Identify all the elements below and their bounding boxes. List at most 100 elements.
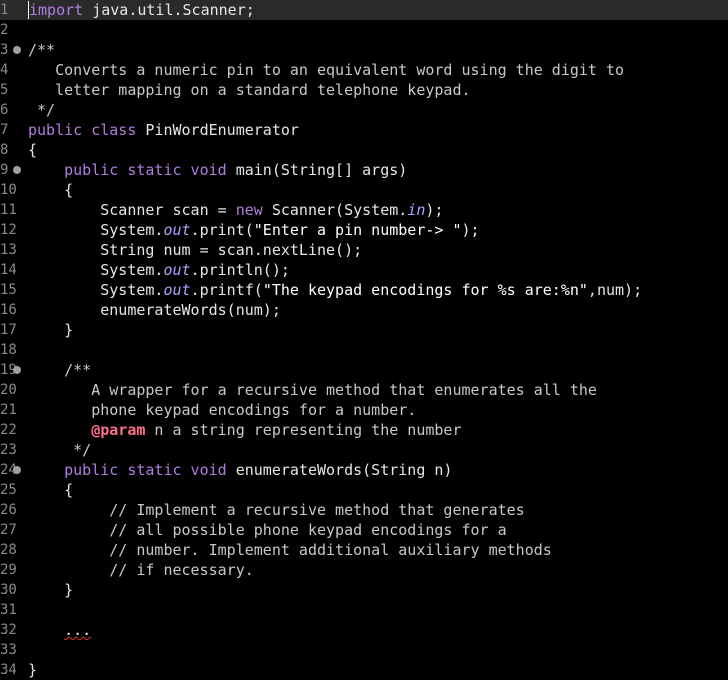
line-number: 3: [0, 42, 9, 58]
fold-toggle-icon[interactable]: [13, 166, 21, 174]
code-text[interactable]: public class PinWordEnumerator: [28, 120, 299, 140]
code-text[interactable]: System.out.printf("The keypad encodings …: [28, 280, 642, 300]
code-token: /**: [28, 41, 56, 59]
code-line[interactable]: 5 letter mapping on a standard telephone…: [0, 80, 728, 100]
code-line[interactable]: 26 // Implement a recursive method that …: [0, 500, 728, 520]
code-text[interactable]: // all possible phone keypad encodings f…: [28, 520, 506, 540]
code-text[interactable]: public static void main(String[] args): [28, 160, 407, 180]
code-line[interactable]: 13 String num = scan.nextLine();: [0, 240, 728, 260]
line-number: 6: [0, 102, 9, 118]
code-text[interactable]: {: [28, 480, 73, 500]
code-line[interactable]: 24 public static void enumerateWords(Str…: [0, 460, 728, 480]
code-line[interactable]: 34}: [0, 660, 728, 680]
code-text[interactable]: }: [28, 320, 73, 340]
line-number: 21: [0, 402, 17, 418]
code-line[interactable]: 23 */: [0, 440, 728, 460]
code-text[interactable]: public static void enumerateWords(String…: [28, 460, 452, 480]
code-text[interactable]: A wrapper for a recursive method that en…: [28, 380, 597, 400]
code-text[interactable]: ...: [28, 620, 91, 640]
line-number: 14: [0, 262, 17, 278]
code-line[interactable]: 21 phone keypad encodings for a number.: [0, 400, 728, 420]
code-line[interactable]: 9 public static void main(String[] args): [0, 160, 728, 180]
code-line[interactable]: 33: [0, 640, 728, 660]
line-number: 15: [0, 282, 17, 298]
code-text[interactable]: @param n a string representing the numbe…: [28, 420, 461, 440]
code-text[interactable]: Scanner scan = new Scanner(System.in);: [28, 200, 443, 220]
line-gutter: 2: [0, 20, 28, 40]
code-token: enumerateWords(num);: [28, 301, 281, 319]
code-text[interactable]: enumerateWords(num);: [28, 300, 281, 320]
code-line[interactable]: 7 public class PinWordEnumerator: [0, 120, 728, 140]
code-line[interactable]: 8{: [0, 140, 728, 160]
fold-toggle-icon[interactable]: [13, 46, 21, 54]
line-number: 27: [0, 522, 17, 538]
code-line[interactable]: 30 }: [0, 580, 728, 600]
fold-toggle-icon[interactable]: [13, 366, 21, 374]
line-gutter: 30: [0, 580, 28, 600]
code-line[interactable]: 3 /**: [0, 40, 728, 60]
line-gutter: 27: [0, 520, 28, 540]
code-text[interactable]: import java.util.Scanner;: [28, 0, 255, 20]
code-text[interactable]: System.out.print("Enter a pin number-> "…: [28, 220, 479, 240]
code-text[interactable]: }: [28, 580, 73, 600]
code-text[interactable]: }: [28, 660, 37, 680]
code-token: public class: [28, 121, 137, 139]
code-text[interactable]: */: [28, 440, 91, 460]
code-line[interactable]: 19 /**: [0, 360, 728, 380]
code-line[interactable]: 6 */: [0, 100, 728, 120]
code-token: import: [28, 1, 84, 19]
code-line[interactable]: 11 Scanner scan = new Scanner(System.in)…: [0, 200, 728, 220]
code-line[interactable]: 20 A wrapper for a recursive method that…: [0, 380, 728, 400]
code-text[interactable]: phone keypad encodings for a number.: [28, 400, 416, 420]
line-number: 34: [0, 662, 17, 678]
code-line[interactable]: 29 // if necessary.: [0, 560, 728, 580]
code-text[interactable]: */: [28, 100, 55, 120]
code-text[interactable]: {: [28, 180, 73, 200]
line-gutter: 4: [0, 60, 28, 80]
code-line[interactable]: 14 System.out.println();: [0, 260, 728, 280]
code-line[interactable]: 2: [0, 20, 728, 40]
code-line[interactable]: 1 import java.util.Scanner;: [0, 0, 728, 20]
code-token: /**: [28, 361, 92, 379]
code-line[interactable]: 16 enumerateWords(num);: [0, 300, 728, 320]
code-text[interactable]: // number. Implement additional auxiliar…: [28, 540, 552, 560]
code-line[interactable]: 15 System.out.printf("The keypad encodin…: [0, 280, 728, 300]
fold-toggle-icon[interactable]: [13, 466, 21, 474]
code-line[interactable]: 18: [0, 340, 728, 360]
code-text[interactable]: System.out.println();: [28, 260, 290, 280]
code-token: // Implement a recursive method that gen…: [28, 501, 525, 519]
code-line[interactable]: 25 {: [0, 480, 728, 500]
code-token: Scanner(System.: [262, 201, 408, 219]
code-line[interactable]: 28 // number. Implement additional auxil…: [0, 540, 728, 560]
code-line[interactable]: 27 // all possible phone keypad encoding…: [0, 520, 728, 540]
line-gutter: 7: [0, 120, 28, 140]
code-line[interactable]: 4 Converts a numeric pin to an equivalen…: [0, 60, 728, 80]
code-line[interactable]: 10 {: [0, 180, 728, 200]
code-text[interactable]: // if necessary.: [28, 560, 254, 580]
code-token: .printf(: [190, 281, 263, 299]
code-token: ...: [64, 621, 92, 639]
line-number: 17: [0, 322, 17, 338]
code-text[interactable]: /**: [28, 40, 55, 60]
code-token: */: [28, 101, 56, 119]
code-line[interactable]: 22 @param n a string representing the nu…: [0, 420, 728, 440]
code-token: "Enter a pin number-> ": [253, 221, 462, 239]
code-token: "The keypad encodings for %s are:%n": [262, 281, 588, 299]
code-editor[interactable]: 1 import java.util.Scanner; 2 3/** 4 Convert…: [0, 0, 728, 680]
code-line[interactable]: 12 System.out.print("Enter a pin number-…: [0, 220, 728, 240]
code-text[interactable]: /**: [28, 360, 91, 380]
code-text[interactable]: // Implement a recursive method that gen…: [28, 500, 525, 520]
code-text[interactable]: String num = scan.nextLine();: [28, 240, 362, 260]
code-text[interactable]: Converts a numeric pin to an equivalent …: [28, 60, 624, 80]
code-token: // number. Implement additional auxiliar…: [28, 541, 552, 559]
code-line[interactable]: 17 }: [0, 320, 728, 340]
code-line[interactable]: 32 ...: [0, 620, 728, 640]
line-number: 32: [0, 622, 17, 638]
code-text[interactable]: letter mapping on a standard telephone k…: [28, 80, 470, 100]
code-text[interactable]: {: [28, 140, 37, 160]
line-number: 18: [0, 342, 17, 358]
code-line[interactable]: 31: [0, 600, 728, 620]
